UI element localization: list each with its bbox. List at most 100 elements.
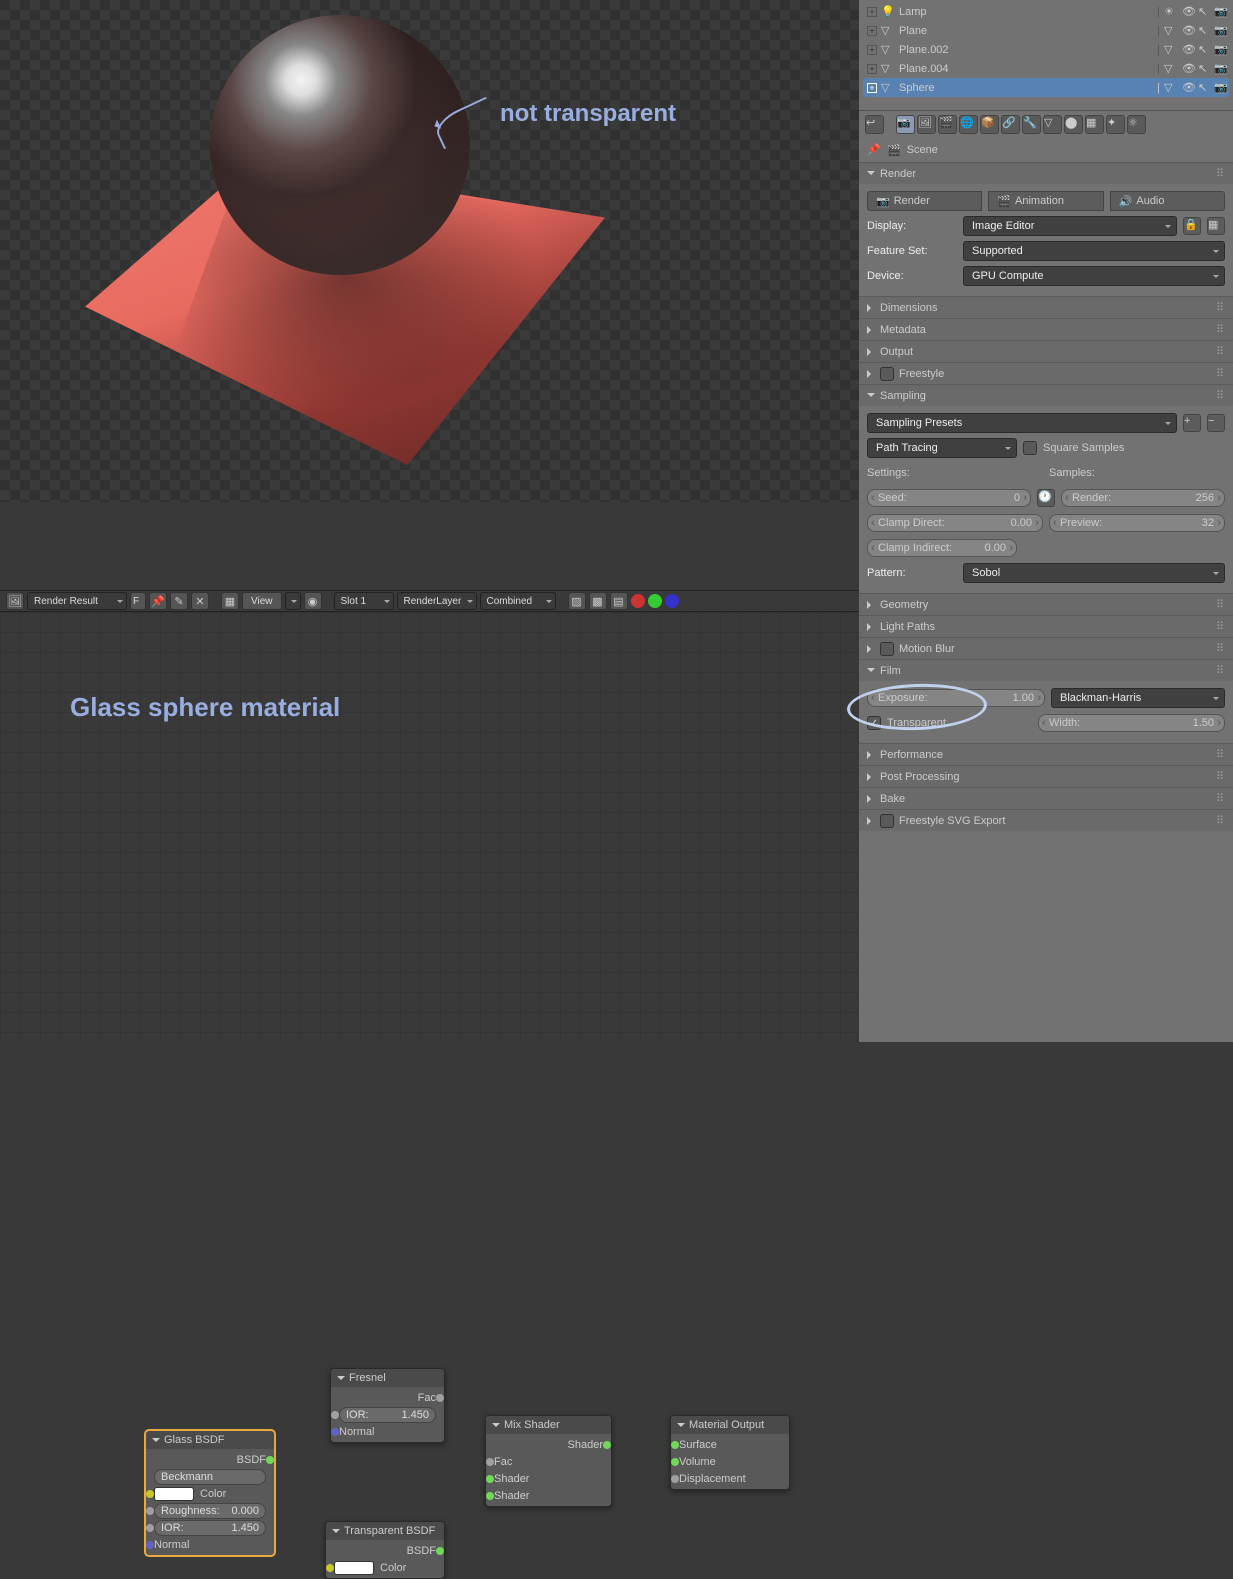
camera-icon[interactable]: 📷 (1214, 62, 1227, 75)
alpha-icon[interactable]: ▩ (589, 592, 607, 610)
object-tab-icon[interactable]: 📦 (980, 115, 999, 134)
viewport-icon[interactable]: ▦ (1207, 217, 1225, 235)
cursor-icon[interactable]: ↖ (1198, 43, 1211, 56)
physics-tab-icon[interactable]: ⚛ (1127, 115, 1146, 134)
feature-set-dropdown[interactable]: Supported (963, 241, 1225, 261)
layer-selector[interactable]: RenderLayer (397, 592, 477, 610)
render-layers-tab-icon[interactable]: 🖼 (917, 115, 936, 134)
fake-user-button[interactable]: F (130, 592, 146, 610)
filter-width-field[interactable]: Width:1.50 (1038, 714, 1225, 732)
panel-header-freestyle[interactable]: Freestyle⠿ (859, 363, 1233, 384)
color-swatch[interactable] (334, 1561, 374, 1575)
world-tab-icon[interactable]: 🌐 (959, 115, 978, 134)
integrator-dropdown[interactable]: Path Tracing (867, 438, 1017, 458)
camera-icon[interactable]: 📷 (1214, 81, 1227, 94)
render-samples-field[interactable]: Render:256 (1061, 489, 1225, 507)
roughness-field[interactable]: Roughness:0.000 (154, 1503, 266, 1519)
render-button[interactable]: 📷Render (867, 191, 982, 211)
panel-header-render[interactable]: Render⠿ (859, 163, 1233, 184)
pin-icon[interactable]: 📌 (867, 143, 881, 157)
node-editor[interactable]: Glass sphere material Glass BSDF BSDF Be… (0, 612, 859, 1042)
eye-icon[interactable]: 👁 (1182, 81, 1195, 94)
node-mix-shader[interactable]: Mix Shader Shader Fac Shader Shader (485, 1415, 612, 1507)
node-fresnel[interactable]: Fresnel Fac IOR:1.450 Normal (330, 1368, 445, 1443)
texture-tab-icon[interactable]: ▦ (1085, 115, 1104, 134)
square-samples-checkbox[interactable] (1023, 441, 1037, 455)
rgba-icon[interactable]: ▨ (568, 592, 586, 610)
z-icon[interactable]: ▤ (610, 592, 628, 610)
eye-icon[interactable]: 👁 (1182, 5, 1195, 18)
pin-icon[interactable]: 📌 (149, 592, 167, 610)
freestyle-checkbox[interactable] (880, 367, 894, 381)
panel-header-dimensions[interactable]: Dimensions⠿ (859, 297, 1233, 318)
cursor-icon[interactable]: ↖ (1198, 62, 1211, 75)
panel-header-postproc[interactable]: Post Processing⠿ (859, 766, 1233, 787)
ior-field[interactable]: IOR:1.450 (154, 1520, 266, 1536)
cursor-icon[interactable]: ↖ (1198, 81, 1211, 94)
lock-icon[interactable]: 🔒 (1183, 217, 1201, 235)
clock-icon[interactable]: 🕐 (1037, 489, 1055, 507)
eye-icon[interactable]: 👁 (1182, 24, 1195, 37)
panel-header-metadata[interactable]: Metadata⠿ (859, 319, 1233, 340)
green-channel-icon[interactable] (648, 594, 662, 608)
render-tab-icon[interactable]: 📷 (896, 115, 915, 134)
editor-type-icon[interactable]: 🖼 (6, 592, 24, 610)
panel-header-bake[interactable]: Bake⠿ (859, 788, 1233, 809)
transparent-checkbox[interactable] (867, 716, 881, 730)
eye-icon[interactable]: 👁 (1182, 43, 1195, 56)
ior-field[interactable]: IOR:1.450 (339, 1407, 436, 1423)
panel-header-svg[interactable]: Freestyle SVG Export⠿ (859, 810, 1233, 831)
panel-header-output[interactable]: Output⠿ (859, 341, 1233, 362)
add-preset-icon[interactable]: + (1183, 414, 1201, 432)
panel-header-sampling[interactable]: Sampling⠿ (859, 385, 1233, 406)
node-transparent-bsdf[interactable]: Transparent BSDF BSDF Color (325, 1521, 445, 1579)
view-mode-icon[interactable]: ▦ (221, 592, 239, 610)
exposure-field[interactable]: Exposure:1.00 (867, 689, 1045, 707)
device-dropdown[interactable]: GPU Compute (963, 266, 1225, 286)
panel-header-performance[interactable]: Performance⠿ (859, 744, 1233, 765)
camera-icon[interactable]: 📷 (1214, 43, 1227, 56)
unlink-icon[interactable]: ✕ (191, 592, 209, 610)
material-tab-icon[interactable]: ⬤ (1064, 115, 1083, 134)
eye-icon[interactable]: 👁 (1182, 62, 1195, 75)
preview-samples-field[interactable]: Preview:32 (1049, 514, 1225, 532)
sampling-presets-dropdown[interactable]: Sampling Presets (867, 413, 1177, 433)
panel-header-film[interactable]: Film⠿ (859, 660, 1233, 681)
pixel-filter-dropdown[interactable]: Blackman-Harris (1051, 688, 1225, 708)
red-channel-icon[interactable] (631, 594, 645, 608)
outliner-item-plane[interactable]: +▽Plane|▽👁↖📷 (863, 21, 1229, 40)
back-icon[interactable]: ↩ (865, 115, 884, 134)
display-dropdown[interactable]: Image Editor (963, 216, 1177, 236)
remove-preset-icon[interactable]: − (1207, 414, 1225, 432)
cursor-icon[interactable]: ↖ (1198, 5, 1211, 18)
node-material-output[interactable]: Material Output Surface Volume Displacem… (670, 1415, 790, 1490)
outliner-item-lamp[interactable]: +💡Lamp|☀👁↖📷 (863, 2, 1229, 21)
node-glass-bsdf[interactable]: Glass BSDF BSDF Beckmann Color Roughness… (145, 1430, 275, 1556)
panel-header-lightpaths[interactable]: Light Paths⠿ (859, 616, 1233, 637)
scene-tab-icon[interactable]: 🎬 (938, 115, 957, 134)
panel-header-geometry[interactable]: Geometry⠿ (859, 594, 1233, 615)
outliner-item-plane002[interactable]: +▽Plane.002|▽👁↖📷 (863, 40, 1229, 59)
particles-tab-icon[interactable]: ✦ (1106, 115, 1125, 134)
breadcrumb-scene[interactable]: Scene (907, 144, 938, 156)
camera-icon[interactable]: 📷 (1214, 24, 1227, 37)
outliner-item-plane004[interactable]: +▽Plane.004|▽👁↖📷 (863, 59, 1229, 78)
view-menu[interactable]: View (242, 592, 282, 610)
constraints-tab-icon[interactable]: 🔗 (1001, 115, 1020, 134)
clamp-indirect-field[interactable]: Clamp Indirect:0.00 (867, 539, 1017, 557)
camera-icon[interactable]: 📷 (1214, 5, 1227, 18)
image-selector[interactable]: Render Result (27, 592, 127, 610)
pass-selector[interactable]: Combined (480, 592, 556, 610)
animation-button[interactable]: 🎬Animation (988, 191, 1103, 211)
view-dropdown[interactable] (285, 592, 301, 610)
cursor-icon[interactable]: ↖ (1198, 24, 1211, 37)
viewport[interactable]: not transparent (0, 0, 859, 502)
panel-header-motionblur[interactable]: Motion Blur⠿ (859, 638, 1233, 659)
slot-selector[interactable]: Slot 1 (334, 592, 394, 610)
display-channels-icon[interactable]: ◉ (304, 592, 322, 610)
new-icon[interactable]: ✎ (170, 592, 188, 610)
outliner[interactable]: +💡Lamp|☀👁↖📷 +▽Plane|▽👁↖📷 +▽Plane.002|▽👁↖… (859, 0, 1233, 110)
outliner-item-sphere[interactable]: +▽Sphere|▽👁↖📷 (863, 78, 1229, 97)
blue-channel-icon[interactable] (665, 594, 679, 608)
modifiers-tab-icon[interactable]: 🔧 (1022, 115, 1041, 134)
